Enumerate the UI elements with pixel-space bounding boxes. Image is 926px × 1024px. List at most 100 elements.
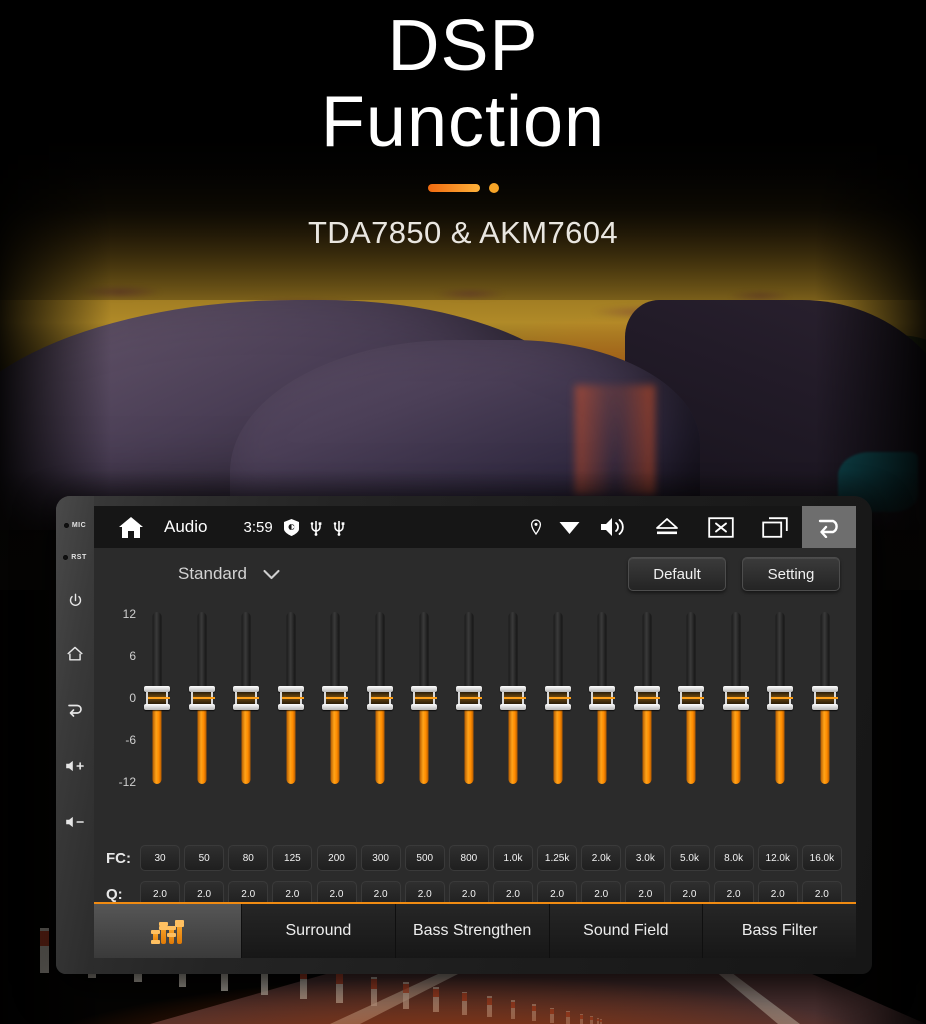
- power-icon: [69, 593, 81, 606]
- mic-led-icon: [63, 522, 69, 528]
- slider-thumb[interactable]: [767, 686, 794, 710]
- home-icon: [67, 646, 83, 661]
- slider-thumb[interactable]: [144, 686, 170, 710]
- eq-slider-band-800[interactable]: [454, 612, 484, 784]
- hero-title-block: DSP Function TDA7850 & AKM7604: [0, 0, 926, 251]
- page-title-line2: Function: [320, 82, 606, 163]
- slider-thumb[interactable]: [500, 686, 527, 710]
- thumb-bar-bottom: [678, 704, 705, 710]
- gain-scale: 12 6 0 -6 -12: [104, 604, 136, 840]
- eq-slider-band-200[interactable]: [320, 612, 350, 784]
- gain-tick-label: -12: [118, 775, 136, 789]
- thumb-body: [146, 692, 170, 704]
- thumb-bar-bottom: [366, 704, 393, 710]
- reset-button[interactable]: RST: [56, 540, 94, 574]
- thumb-body: [502, 692, 527, 704]
- preset-dropdown[interactable]: Standard: [178, 564, 280, 584]
- eq-slider-band-16.0k[interactable]: [810, 612, 840, 784]
- slider-thumb[interactable]: [633, 686, 660, 710]
- eq-slider-band-1.0k[interactable]: [498, 612, 528, 784]
- slider-thumb[interactable]: [544, 686, 571, 710]
- slider-thumb[interactable]: [277, 686, 304, 710]
- eq-slider-band-12.0k[interactable]: [765, 612, 795, 784]
- recent-apps-button[interactable]: [748, 506, 802, 548]
- eq-slider-band-2.0k[interactable]: [587, 612, 617, 784]
- thumb-bar-bottom: [144, 704, 170, 710]
- thumb-body: [368, 692, 393, 704]
- back-button[interactable]: [802, 506, 856, 548]
- thumb-bar-bottom: [500, 704, 527, 710]
- close-button[interactable]: [694, 506, 748, 548]
- thumb-body: [680, 692, 705, 704]
- slider-thumb[interactable]: [233, 686, 260, 710]
- eq-slider-band-300[interactable]: [365, 612, 395, 784]
- eq-slider-band-5.0k[interactable]: [676, 612, 706, 784]
- thumb-bar-bottom: [589, 704, 616, 710]
- usb-icon: [333, 520, 345, 536]
- eq-slider-band-1.25k[interactable]: [543, 612, 573, 784]
- thumb-body: [279, 692, 304, 704]
- eq-slider-band-500[interactable]: [409, 612, 439, 784]
- slider-thumb[interactable]: [411, 686, 438, 710]
- slider-thumb[interactable]: [678, 686, 705, 710]
- thumb-body: [635, 692, 660, 704]
- eq-slider-band-30[interactable]: [142, 612, 172, 784]
- title-accent: [427, 182, 499, 193]
- default-button[interactable]: Default: [628, 557, 726, 591]
- statusbar-mid-group: 3:59: [243, 518, 345, 536]
- thumb-body: [769, 692, 794, 704]
- wifi-icon: [559, 522, 579, 534]
- thumb-bar-bottom: [411, 704, 438, 710]
- slider-thumb[interactable]: [188, 686, 215, 710]
- thumb-bar-bottom: [544, 704, 571, 710]
- equalizer-panel: 12 6 0 -6 -12: [94, 600, 856, 840]
- eq-slider-band-125[interactable]: [276, 612, 306, 784]
- bezel-volume-up-button[interactable]: [56, 738, 94, 794]
- statusbar-right-group: [520, 506, 856, 548]
- slider-thumb[interactable]: [455, 686, 482, 710]
- slider-thumb[interactable]: [811, 686, 838, 710]
- thumb-body: [813, 692, 838, 704]
- eq-sliders: [136, 604, 846, 840]
- status-bar: Audio 3:59: [94, 506, 856, 548]
- accent-bar: [427, 183, 480, 192]
- slider-thumb[interactable]: [722, 686, 749, 710]
- location-pin-icon: [530, 519, 542, 535]
- thumb-bar-bottom: [811, 704, 838, 710]
- thumb-body: [190, 692, 215, 704]
- power-button[interactable]: [56, 574, 94, 626]
- eq-slider-band-8.0k[interactable]: [721, 612, 751, 784]
- gain-tick-label: 6: [129, 649, 136, 663]
- eq-slider-band-80[interactable]: [231, 612, 261, 784]
- screen-title: Audio: [164, 517, 208, 536]
- thumb-bar-bottom: [633, 704, 660, 710]
- close-box-icon: [708, 516, 734, 538]
- thumb-bar-bottom: [277, 704, 304, 710]
- statusbar-home-button[interactable]: [108, 515, 154, 540]
- gain-tick-label: 12: [122, 607, 136, 621]
- volume-button[interactable]: [586, 506, 640, 548]
- chevron-down-icon: [263, 569, 280, 579]
- thumb-body: [413, 692, 438, 704]
- slider-thumb[interactable]: [322, 686, 349, 710]
- bottom-glow: [0, 824, 926, 1024]
- back-arrow-icon: [818, 519, 838, 538]
- thumb-bar-bottom: [767, 704, 794, 710]
- location-status: [520, 506, 552, 548]
- eject-button[interactable]: [640, 506, 694, 548]
- eq-slider-band-3.0k[interactable]: [632, 612, 662, 784]
- thumb-body: [324, 692, 349, 704]
- bezel-home-button[interactable]: [56, 626, 94, 682]
- thumb-bar-bottom: [455, 704, 482, 710]
- toolbar-buttons: Default Setting: [628, 557, 840, 591]
- back-icon: [68, 704, 82, 717]
- gain-tick-label: -6: [125, 733, 136, 747]
- clock: 3:59: [243, 518, 273, 536]
- setting-button[interactable]: Setting: [742, 557, 840, 591]
- page-title-line1: DSP: [387, 6, 539, 86]
- slider-thumb[interactable]: [589, 686, 616, 710]
- rst-label: RST: [71, 553, 87, 561]
- eq-slider-band-50[interactable]: [187, 612, 217, 784]
- slider-thumb[interactable]: [366, 686, 393, 710]
- bezel-back-button[interactable]: [56, 682, 94, 738]
